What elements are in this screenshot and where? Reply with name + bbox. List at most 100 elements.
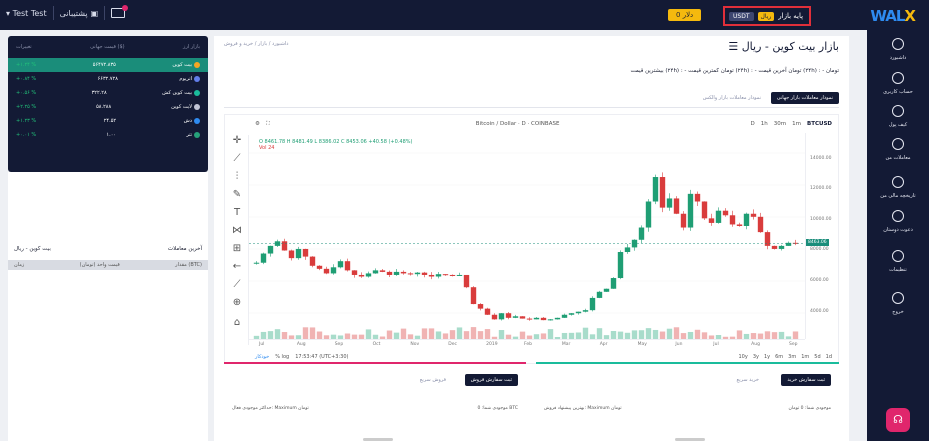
range-option[interactable]: 1d	[826, 354, 832, 360]
support-label: پشتیبانی	[59, 8, 88, 18]
trades-title-row: بیت کوین - ریال آخرین معاملات	[8, 246, 208, 252]
candle	[512, 316, 519, 318]
volume-bar	[435, 331, 442, 339]
candle	[477, 304, 484, 309]
market-change: +۰.۰۱ %	[16, 132, 37, 138]
volume-bar	[316, 331, 323, 339]
volume-bar	[673, 327, 680, 339]
fullscreen-icon[interactable]: ⛶	[266, 121, 270, 128]
candle	[575, 311, 582, 314]
volume-bar	[302, 327, 309, 339]
range-option[interactable]: 1y	[764, 354, 770, 360]
mode-rial[interactable]: ریال	[757, 11, 775, 21]
brush-icon[interactable]: ✎	[231, 189, 243, 200]
markets-list: +۱.۲۴ % ۵۶۴۷۲.۸۳۵ بیت کوین +۰.۸۴ % ۶۶۳۲.۷۲۸ ا…	[8, 58, 208, 142]
tab-sell-order[interactable]: ثبت سفارش فروش	[464, 374, 518, 386]
symbol-label[interactable]: BTCUSD	[807, 121, 832, 127]
nav-item-6[interactable]: تنظیمات	[867, 250, 929, 273]
volume-bar	[463, 331, 470, 339]
measure-icon[interactable]: ⊞	[231, 243, 243, 254]
nav-item-7[interactable]: خروج	[867, 292, 929, 315]
tab-quick-buy[interactable]: خرید سریع	[737, 377, 759, 383]
range-option[interactable]: 3m	[788, 354, 796, 360]
ruler-icon[interactable]: ⟋	[231, 279, 243, 290]
candle	[498, 313, 505, 320]
candle	[687, 193, 694, 228]
nav-item-4[interactable]: تاریخچه مالی من	[867, 176, 929, 199]
candle	[680, 213, 687, 228]
logout-icon	[892, 292, 904, 304]
nav-item-1[interactable]: حساب کاربری	[867, 72, 929, 95]
divider	[52, 6, 54, 20]
tab-local-chart[interactable]: نمودار معاملات بازار والکس	[703, 95, 761, 101]
candle	[400, 271, 407, 274]
mail-icon[interactable]	[111, 5, 129, 18]
fib-icon[interactable]: ⫶	[231, 171, 243, 182]
nav-item-2[interactable]: کیف پول	[867, 105, 929, 128]
time-tick: Aug	[751, 342, 760, 347]
tab-quick-sell[interactable]: فروش سریع	[420, 377, 446, 383]
volume-bar	[365, 329, 372, 339]
price-tick: 12000.00	[810, 186, 832, 192]
header-market: بازار ارز	[183, 44, 200, 50]
buy-balance: موجودی شما: 0 تومان	[788, 406, 831, 411]
tab-buy-order[interactable]: ثبت سفارش خرید	[781, 374, 831, 386]
market-price: ۱.۰۰	[106, 132, 117, 138]
arrow-left-icon[interactable]: ←	[231, 261, 243, 272]
interval-1m[interactable]: 1m	[792, 121, 801, 127]
tab-global-chart[interactable]: نمودار معاملات بازار جهانی	[770, 92, 839, 104]
market-row[interactable]: +۱.۲۳ % ۲۴.۵۲ دش	[8, 114, 208, 128]
auto-scale-button[interactable]: خودکار	[255, 354, 269, 360]
trendline-icon[interactable]: ⟋	[231, 153, 243, 164]
candle	[743, 213, 750, 226]
range-option[interactable]: 5d	[814, 354, 820, 360]
candle	[309, 256, 316, 266]
text-icon[interactable]: T	[231, 207, 243, 218]
nav-item-0[interactable]: داشبورد	[867, 38, 929, 61]
nav-label: تاریخچه مالی من	[880, 193, 916, 199]
market-row[interactable]: +۰.۸۴ % ۶۶۳۲.۷۲۸ اتریوم	[8, 72, 208, 86]
market-row[interactable]: +۱.۲۴ % ۵۶۴۷۲.۸۳۵ بیت کوین	[8, 58, 208, 72]
time-tick: Dec	[448, 342, 457, 347]
crosshair-icon[interactable]: ✛	[231, 135, 243, 146]
candle	[771, 245, 778, 249]
interval-d[interactable]: D	[751, 121, 755, 127]
candle	[302, 248, 309, 257]
user-dropdown[interactable]: ▾ Test Test	[6, 9, 47, 18]
range-option[interactable]: 3y	[753, 354, 759, 360]
breadcrumb[interactable]: داشبورد / بازار / خرید و فروش	[224, 41, 289, 47]
chart-settings-icon[interactable]: ⚙	[255, 121, 260, 127]
interval-1h[interactable]: 1h	[761, 121, 768, 127]
candlestick-plot[interactable]	[249, 133, 805, 339]
log-scale-button[interactable]: % log	[275, 354, 289, 360]
candle	[547, 319, 554, 321]
market-row[interactable]: +۰.۰۱ % ۱.۰۰ تتر	[8, 128, 208, 142]
support-button[interactable]: پشتیبانی ▣	[60, 9, 99, 18]
nav-item-5[interactable]: دعوت دوستان	[867, 210, 929, 233]
pattern-icon[interactable]: ⋈	[231, 225, 243, 236]
chart-toolbar: ⚙ ⛶ Bitcoin / Dollar · D · COINBASE D 1h…	[255, 117, 832, 131]
zoom-icon[interactable]: ⊕	[231, 297, 243, 308]
mode-usdt[interactable]: USDT	[729, 11, 754, 21]
lock-icon[interactable]: ⌂	[231, 317, 243, 328]
candle	[449, 274, 456, 276]
candle	[253, 262, 260, 264]
price-pill: 0 دلار	[668, 9, 702, 21]
market-base-selector[interactable]: USDT ریال پایه بازار	[723, 6, 811, 26]
range-option[interactable]: 10y	[738, 354, 747, 360]
nav-item-3[interactable]: معاملات من	[867, 138, 929, 161]
interval-30m[interactable]: 30m	[774, 121, 786, 127]
market-name: بیت کوین	[172, 62, 192, 68]
range-option[interactable]: 1m	[801, 354, 809, 360]
buy-max: بهترین پیشنهاد فروش: Maximum تومان	[544, 406, 622, 411]
market-row[interactable]: +۲.۲۵ % ۵۸.۲۸۸ لایت کوین	[8, 100, 208, 114]
candle	[617, 252, 624, 279]
market-row[interactable]: +۰.۵۶ % ۳۲۲.۲۸ بیت کوین کش	[8, 86, 208, 100]
header-price: قیمت جهانی ($)	[90, 44, 125, 50]
nav-label: حساب کاربری	[883, 89, 913, 95]
candle	[750, 213, 757, 217]
headset-icon[interactable]: ☊	[886, 408, 910, 432]
range-option[interactable]: 6m	[775, 354, 783, 360]
candle	[393, 271, 400, 275]
candle	[442, 274, 449, 276]
